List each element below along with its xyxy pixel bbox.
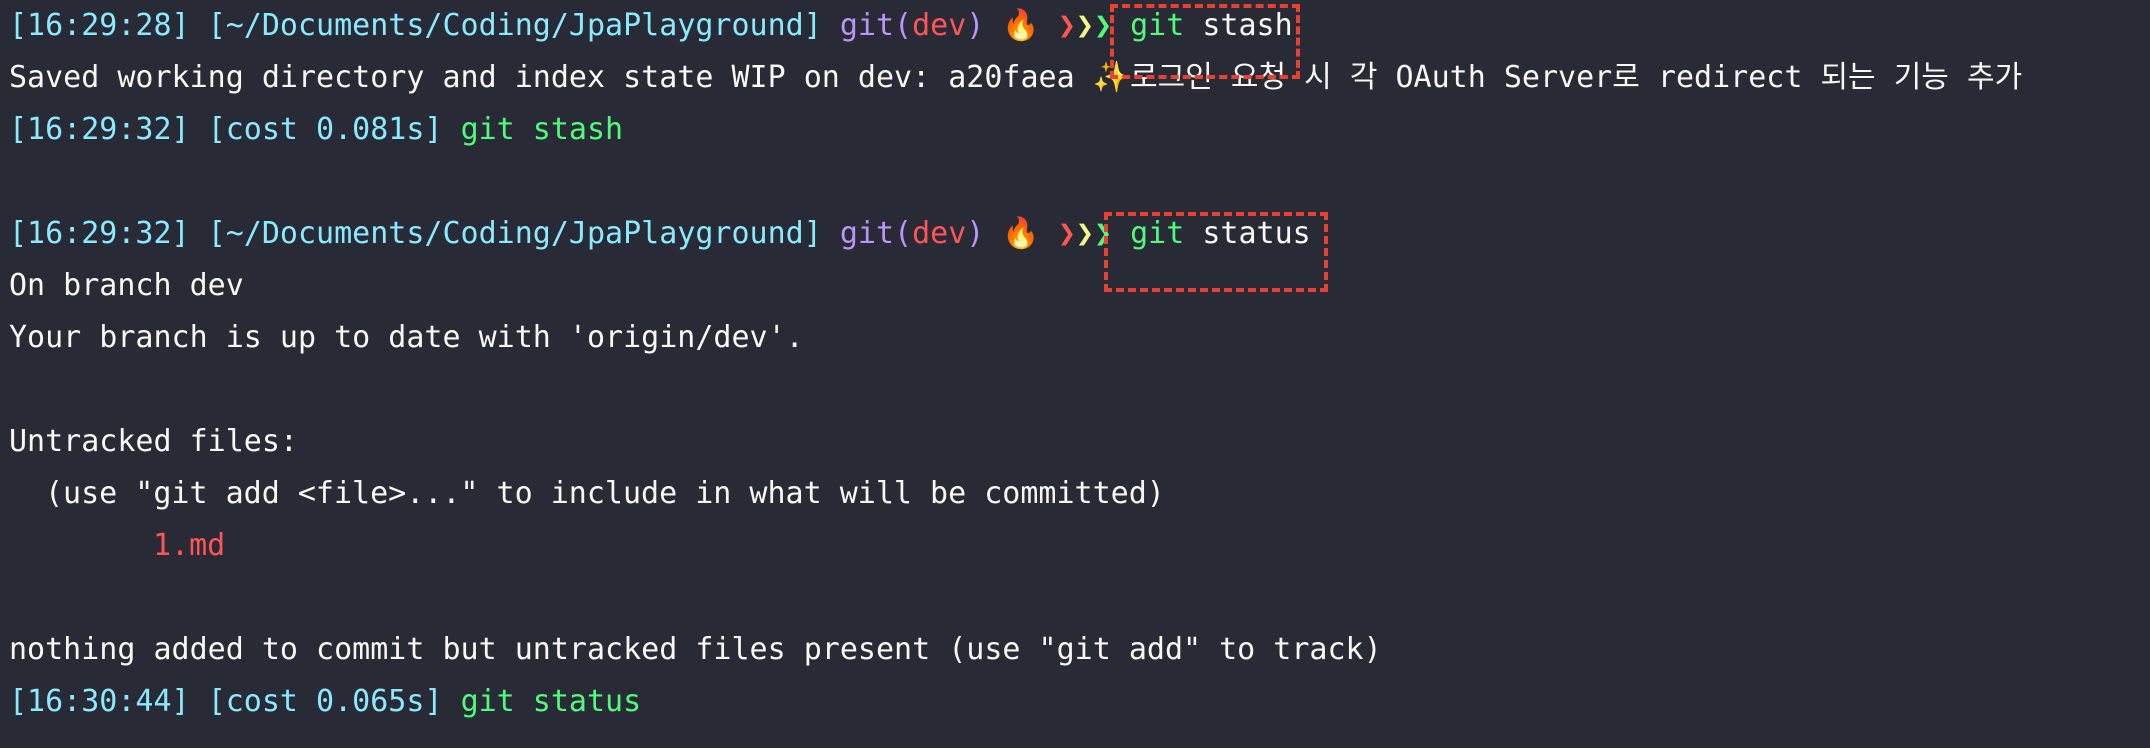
cost-line-stash: [16:29:32] [cost 0.081s] git stash [9,104,2144,156]
command-git: git [1130,8,1185,43]
untracked-file: 1.md [153,528,226,563]
status-summary: nothing added to commit but untracked fi… [9,632,1382,667]
cost-command: git status [460,684,642,719]
chevron-right-icon: ❯ [1075,8,1094,43]
prompt-line-stash: [16:29:28] [~/Documents/Coding/JpaPlaygr… [9,0,2144,52]
command-git: git [1130,216,1185,251]
prompt-path: [~/Documents/Coding/JpaPlayground] [207,216,822,251]
prompt-path: [~/Documents/Coding/JpaPlayground] [207,8,822,43]
branch-name: dev [912,216,967,251]
git-label-close: ) [966,216,985,251]
cost-time: [16:30:44] [9,684,190,719]
cost-command: git stash [460,112,624,147]
prompt-time: [16:29:32] [9,216,190,251]
git-label: git( [839,216,913,251]
status-up-to-date: Your branch is up to date with 'origin/d… [9,320,804,355]
untracked-file-line: 1.md [9,520,2144,572]
command-arg: stash [1202,8,1293,43]
cost-value: [cost 0.065s] [207,684,443,719]
git-label-close: ) [966,8,985,43]
command-arg: status [1202,216,1311,251]
stash-output-line: Saved working directory and index state … [9,60,2023,95]
terminal-window: [16:29:28] [~/Documents/Coding/JpaPlaygr… [9,0,2144,728]
chevron-right-icon: ❯ [1093,8,1113,43]
cost-value: [cost 0.081s] [207,112,443,147]
cost-line-status: [16:30:44] [cost 0.065s] git status [9,676,2144,728]
status-on-branch: On branch dev [9,268,244,303]
status-hint: (use "git add <file>..." to include in w… [45,476,1165,511]
status-hint-line: (use "git add <file>..." to include in w… [9,468,2144,520]
cost-time: [16:29:32] [9,112,190,147]
fire-icon: 🔥 [1002,216,1040,251]
branch-name: dev [912,8,967,43]
prompt-line-status: [16:29:32] [~/Documents/Coding/JpaPlaygr… [9,208,2144,260]
fire-icon: 🔥 [1002,8,1040,43]
chevron-right-icon: ❯ [1057,216,1076,251]
chevron-right-icon: ❯ [1093,216,1113,251]
chevron-right-icon: ❯ [1057,8,1076,43]
status-untracked-header: Untracked files: [9,424,298,459]
git-label: git( [839,8,913,43]
prompt-time: [16:29:28] [9,8,190,43]
chevron-right-icon: ❯ [1075,216,1094,251]
